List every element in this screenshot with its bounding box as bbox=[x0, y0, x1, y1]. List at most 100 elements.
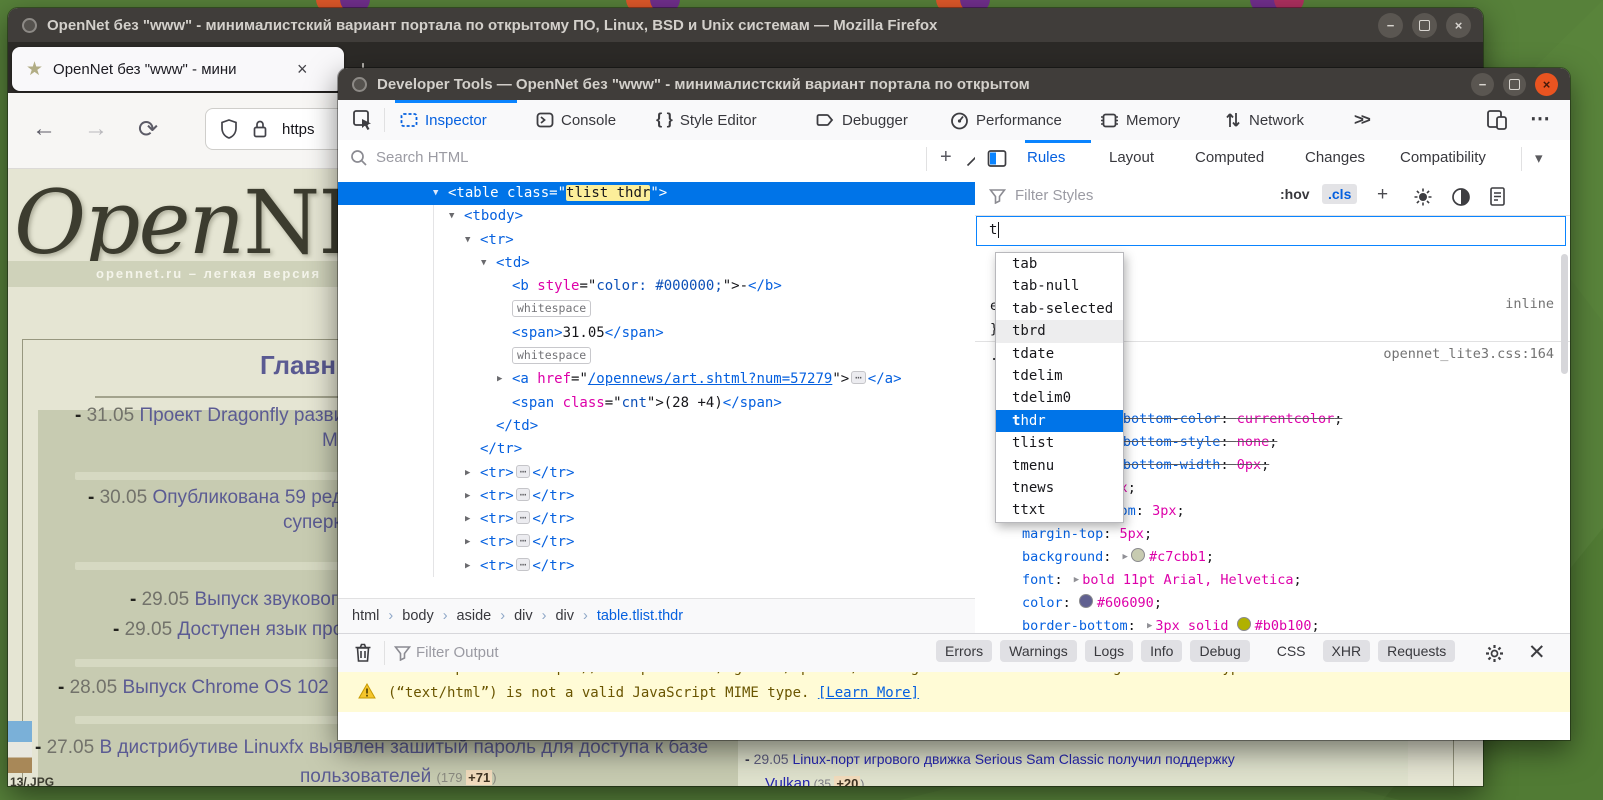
console-filter-errors[interactable]: Errors bbox=[936, 640, 992, 662]
expand-value-icon[interactable]: ▶ bbox=[1147, 621, 1152, 631]
devtools-menu-icon[interactable]: ⋯ bbox=[1530, 106, 1550, 131]
expand-icon[interactable]: ▶ bbox=[465, 531, 470, 554]
breadcrumb-item[interactable]: div bbox=[555, 608, 574, 624]
toggle-pane-icon[interactable] bbox=[987, 149, 1007, 168]
autocomplete-item[interactable]: thdr bbox=[996, 410, 1123, 432]
inline-ellipsis-badge[interactable]: ⋯ bbox=[516, 558, 531, 571]
collapse-icon[interactable]: ▼ bbox=[449, 205, 454, 228]
browser-tab[interactable]: ★ OpenNet без "www" - мини × bbox=[12, 47, 344, 91]
url-text[interactable]: https bbox=[282, 121, 315, 138]
console-filter-debug[interactable]: Debug bbox=[1190, 640, 1249, 662]
sidebar-tab-computed[interactable]: Computed bbox=[1195, 149, 1264, 166]
news-item-line[interactable]: пользователей (179 +71) bbox=[300, 766, 497, 786]
learn-more-link[interactable]: [Learn More] bbox=[818, 685, 919, 701]
inline-ellipsis-badge[interactable]: ⋯ bbox=[516, 465, 531, 478]
light-theme-icon[interactable] bbox=[1413, 187, 1433, 207]
back-button[interactable]: ← bbox=[32, 115, 56, 143]
tab-console[interactable]: Console bbox=[536, 100, 616, 140]
expand-icon[interactable]: ▶ bbox=[497, 368, 502, 391]
overflow-chevron-icon[interactable]: >> bbox=[1354, 110, 1368, 130]
inline-ellipsis-badge[interactable]: ⋯ bbox=[516, 511, 531, 524]
console-settings-gear-icon[interactable] bbox=[1484, 643, 1505, 664]
responsive-design-icon[interactable] bbox=[1486, 109, 1508, 131]
color-swatch[interactable] bbox=[1079, 594, 1093, 608]
news-link[interactable]: Выпуск Chrome OS 102 bbox=[122, 677, 328, 698]
color-swatch[interactable] bbox=[1131, 548, 1145, 562]
css-rule-line[interactable]: background: ▶#c7cbb1; bbox=[1022, 547, 1214, 570]
tab-inspector[interactable]: Inspector bbox=[400, 100, 487, 140]
autocomplete-item[interactable]: tmenu bbox=[996, 455, 1123, 477]
expand-icon[interactable]: ▶ bbox=[465, 508, 470, 531]
breadcrumb-item[interactable]: html bbox=[352, 608, 379, 624]
autocomplete-item[interactable]: ttxt bbox=[996, 499, 1123, 521]
autocomplete-item[interactable]: tlist bbox=[996, 432, 1123, 454]
news-item-line[interactable]: - 29.05 Выпуск звукового bbox=[130, 589, 348, 611]
autocomplete-item[interactable]: tdelim bbox=[996, 365, 1123, 387]
maximize-button[interactable] bbox=[1503, 73, 1526, 96]
inline-ellipsis-badge[interactable]: ⋯ bbox=[516, 488, 531, 501]
rule-source-link[interactable]: opennet_lite3.css:164 bbox=[1383, 346, 1554, 362]
breadcrumb-item[interactable]: body bbox=[402, 608, 433, 624]
news-link[interactable]: В дистрибутиве Linuxfx выявлен зашитый п… bbox=[99, 737, 708, 758]
expand-icon[interactable]: ▶ bbox=[465, 462, 470, 485]
minimize-button[interactable]: − bbox=[1471, 73, 1494, 96]
expand-value-icon[interactable]: ▶ bbox=[1074, 575, 1079, 585]
console-filter-warnings[interactable]: Warnings bbox=[1000, 640, 1077, 662]
expand-icon[interactable]: ▶ bbox=[465, 485, 470, 508]
sidebar-tab-rules[interactable]: Rules bbox=[1027, 149, 1065, 166]
console-filter-xhr[interactable]: XHR bbox=[1323, 640, 1371, 662]
console-filter-info[interactable]: Info bbox=[1141, 640, 1182, 662]
markup-row[interactable]: ▼<table class="tlist thdr"> bbox=[338, 182, 975, 205]
inline-ellipsis-badge[interactable]: ⋯ bbox=[851, 371, 866, 384]
add-class-input[interactable]: t bbox=[976, 216, 1566, 246]
add-rule-icon[interactable]: + bbox=[1377, 184, 1388, 206]
firefox-titlebar[interactable]: OpenNet без "www" - минималистский вариа… bbox=[8, 8, 1483, 42]
autocomplete-item[interactable]: tab-selected bbox=[996, 298, 1123, 320]
close-button[interactable]: × bbox=[1446, 13, 1471, 38]
close-button[interactable]: × bbox=[1535, 73, 1558, 96]
autocomplete-item[interactable]: tbrd bbox=[996, 320, 1123, 342]
pick-element-icon[interactable] bbox=[352, 109, 374, 131]
sidebar-tabs-dropdown-icon[interactable]: ▾ bbox=[1535, 149, 1543, 167]
news-link[interactable]: Vulkan bbox=[765, 775, 810, 786]
devtools-titlebar[interactable]: Developer Tools — OpenNet без "www" - ми… bbox=[338, 68, 1570, 100]
css-rule-line[interactable]: margin-top: 5px; bbox=[1022, 524, 1152, 547]
breadcrumb-item[interactable]: div bbox=[514, 608, 533, 624]
breadcrumb-item[interactable]: aside bbox=[457, 608, 492, 624]
tab-close-icon[interactable]: × bbox=[297, 59, 308, 80]
class-toggle-button[interactable]: .cls bbox=[1322, 184, 1357, 204]
print-simulation-icon[interactable] bbox=[1489, 186, 1506, 207]
console-filter-logs[interactable]: Logs bbox=[1085, 640, 1133, 662]
rule-source-link[interactable]: inline bbox=[1505, 296, 1554, 312]
tab-memory[interactable]: Memory bbox=[1100, 100, 1180, 140]
tab-style-editor[interactable]: { } Style Editor bbox=[656, 100, 757, 140]
minimize-button[interactable]: − bbox=[1378, 13, 1403, 38]
news-item-line[interactable]: Vulkan (35 +20) bbox=[765, 775, 864, 786]
sidebar-tab-changes[interactable]: Changes bbox=[1305, 149, 1365, 166]
inline-ellipsis-badge[interactable]: ⋯ bbox=[516, 534, 531, 547]
news-item-line[interactable]: - 28.05 Выпуск Chrome OS 102 bbox=[58, 677, 329, 699]
tab-network[interactable]: Network bbox=[1224, 100, 1304, 140]
filter-styles-input[interactable]: Filter Styles bbox=[1015, 187, 1093, 204]
css-rule-line[interactable]: font: ▶bold 11pt Arial, Helvetica; bbox=[1022, 570, 1302, 593]
filter-output-input[interactable]: Filter Output bbox=[416, 644, 499, 661]
lock-icon[interactable] bbox=[252, 119, 268, 139]
dark-theme-icon[interactable] bbox=[1451, 187, 1471, 207]
autocomplete-item[interactable]: tdelim0 bbox=[996, 387, 1123, 409]
color-swatch[interactable] bbox=[1237, 617, 1251, 631]
news-link[interactable]: Выпуск звукового bbox=[194, 589, 348, 610]
autocomplete-item[interactable]: tab bbox=[996, 253, 1123, 275]
rules-scrollbar[interactable] bbox=[1561, 254, 1568, 374]
shield-icon[interactable] bbox=[220, 119, 238, 139]
news-link[interactable]: пользователей bbox=[300, 766, 437, 786]
news-thumbnail-image[interactable] bbox=[8, 721, 32, 773]
search-html-input[interactable]: Search HTML bbox=[376, 149, 469, 166]
collapse-icon[interactable]: ▼ bbox=[433, 182, 438, 205]
autocomplete-item[interactable]: tdate bbox=[996, 343, 1123, 365]
tab-debugger[interactable]: Debugger bbox=[816, 100, 908, 140]
clear-console-trash-icon[interactable] bbox=[354, 642, 372, 663]
news-link[interactable]: Linux-порт игрового движка Serious Sam C… bbox=[793, 751, 1235, 767]
autocomplete-item[interactable]: tab-null bbox=[996, 275, 1123, 297]
console-filter-css[interactable]: CSS bbox=[1268, 640, 1315, 662]
news-item-line[interactable]: - 29.05 Linux-порт игрового движка Serio… bbox=[745, 751, 1235, 767]
